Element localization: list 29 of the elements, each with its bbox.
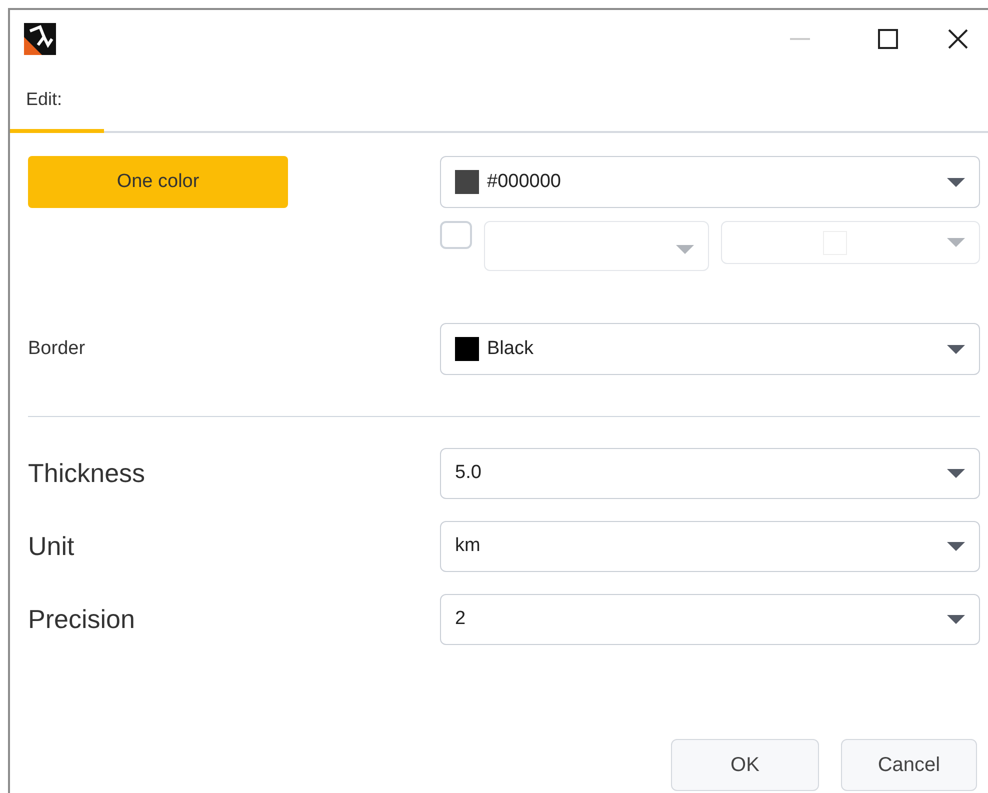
- app-logo-icon: [24, 23, 56, 55]
- dropdown-value: 5.0: [455, 461, 482, 486]
- border-label: Border: [28, 336, 86, 361]
- one-color-button[interactable]: One color: [28, 156, 288, 208]
- cancel-button[interactable]: Cancel: [841, 739, 977, 791]
- maximize-icon[interactable]: [878, 29, 898, 49]
- dropdown-value: 2: [455, 607, 467, 632]
- dropdown-arrow-icon: [947, 238, 965, 247]
- field-label: Unit: [28, 530, 76, 563]
- dropdown-arrow-icon: [947, 178, 965, 186]
- value-dropdown[interactable]: 5.0: [440, 448, 980, 499]
- dropdown-arrow-icon: [947, 344, 965, 354]
- dropdown-arrow-icon: [676, 245, 694, 254]
- color-value: #000000: [487, 170, 562, 194]
- dropdown-value: km: [455, 534, 482, 558]
- dropdown-arrow-icon: [947, 469, 965, 478]
- minimize-icon[interactable]: [790, 38, 810, 40]
- field-label: Thickness: [28, 457, 146, 490]
- ok-button[interactable]: OK: [671, 739, 819, 791]
- field-label: Precision: [28, 603, 136, 636]
- border-value: Black: [487, 336, 534, 361]
- value-dropdown[interactable]: km: [440, 521, 980, 572]
- dropdown-arrow-icon: [947, 615, 965, 624]
- value-dropdown[interactable]: 2: [440, 594, 980, 645]
- dropdown-arrow-icon: [947, 542, 965, 551]
- border-dropdown[interactable]: Black: [440, 323, 980, 375]
- close-icon[interactable]: [948, 29, 968, 49]
- tab[interactable]: Edit:: [10, 86, 104, 133]
- color-dropdown[interactable]: #000000: [440, 156, 980, 208]
